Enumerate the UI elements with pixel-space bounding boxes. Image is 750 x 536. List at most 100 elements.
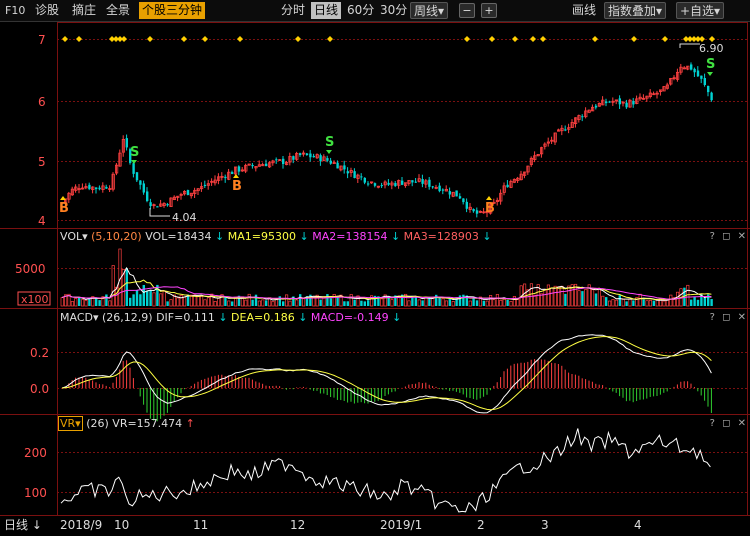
volume-bar <box>577 290 581 307</box>
month-label: 11 <box>193 518 209 532</box>
macd-panel-controls[interactable]: ? ◻ ✕ <box>710 312 748 323</box>
macd-tick-02: 0.2 <box>30 346 49 360</box>
volume-bar <box>326 294 329 306</box>
month-label: 12 <box>290 518 306 532</box>
candle-body <box>292 156 295 160</box>
volume-bar <box>638 293 642 307</box>
candle-body <box>186 190 190 196</box>
volume-bar <box>152 292 156 307</box>
volume-bar <box>360 300 363 306</box>
add-watchlist-dropdown[interactable]: +自选▾ <box>676 2 725 19</box>
signal-diamond <box>76 36 82 42</box>
vr-panel-controls[interactable]: ? ◻ ✕ <box>710 418 748 429</box>
vr-indicator-dropdown[interactable]: VR▾ <box>58 416 83 431</box>
candle-body <box>707 86 710 93</box>
volume-bar <box>111 265 115 307</box>
volume-bar <box>135 290 139 306</box>
volume-bar <box>125 268 128 306</box>
candle-body <box>88 184 91 190</box>
panorama-button[interactable]: 全景 <box>106 2 130 19</box>
price-tick-5: 5 <box>38 155 46 169</box>
candle-body <box>231 172 234 174</box>
tab-intraday[interactable]: 分时 <box>281 2 305 19</box>
candle-body <box>475 210 479 214</box>
candle-body <box>411 180 414 183</box>
volume-bar <box>690 299 693 306</box>
volume-bar <box>363 301 366 306</box>
volume-bar <box>665 299 669 307</box>
volume-bar <box>567 285 571 307</box>
draw-line-button[interactable]: 画线 <box>572 2 596 19</box>
zoom-in-button[interactable]: + <box>481 3 497 18</box>
candle-body <box>693 68 696 73</box>
candle-body <box>336 162 339 169</box>
volume-bar <box>346 301 349 306</box>
volume-bar <box>669 294 673 307</box>
candle-body <box>690 64 693 70</box>
candle-body <box>156 206 159 208</box>
pick-button[interactable]: 摘庄 <box>72 2 96 19</box>
volume-bar <box>499 300 503 307</box>
volume-bar <box>329 298 332 306</box>
volume-bar <box>601 295 605 307</box>
volume-bar <box>546 284 550 307</box>
buy-arrow <box>233 174 239 178</box>
volume-bar <box>581 291 584 306</box>
vr-tick-100: 100 <box>24 486 47 500</box>
sell-arrow <box>326 150 332 154</box>
candle-body <box>343 165 346 170</box>
chart-area[interactable]: B B B S S S 7 6 5 4 5000 x100 0.2 0.0 200 100… <box>0 22 750 536</box>
volume-bar <box>60 297 64 307</box>
volume-bar <box>642 299 645 306</box>
volume-bar <box>162 290 166 307</box>
stock-3min-button[interactable]: 个股三分钟 <box>139 2 206 19</box>
volume-bar <box>257 300 261 307</box>
volume-bar <box>492 299 496 307</box>
volume-bar <box>438 298 441 306</box>
volume-bar <box>502 298 506 307</box>
volume-bar <box>693 296 696 306</box>
volume-bar <box>295 299 299 307</box>
signal-diamond <box>530 36 536 42</box>
tab-30min[interactable]: 30分 <box>380 2 407 19</box>
volume-bar <box>353 299 356 306</box>
candle-body <box>299 153 302 155</box>
candle-body <box>98 187 101 190</box>
volume-bar <box>183 296 187 307</box>
volume-bar <box>485 300 489 307</box>
macd-indicator-dropdown[interactable]: MACD▾ <box>60 311 99 324</box>
candle-body <box>465 201 468 209</box>
volume-bar <box>176 297 180 307</box>
candle-body <box>414 181 417 183</box>
low-price-label: 4.04 <box>172 211 197 224</box>
vol-panel-controls[interactable]: ? ◻ ✕ <box>710 231 748 242</box>
zoom-out-button[interactable]: − <box>459 3 475 18</box>
candle-body <box>373 183 377 186</box>
vol-indicator-dropdown[interactable]: VOL▾ <box>60 230 88 243</box>
volume-bar <box>662 300 666 307</box>
index-overlay-dropdown[interactable]: 指数叠加▾ <box>604 2 667 19</box>
diagnose-button[interactable]: 诊股 <box>35 2 59 19</box>
tab-daily[interactable]: 日线 <box>311 2 342 19</box>
volume-bar <box>462 294 465 306</box>
volume-bar <box>244 299 248 307</box>
period-label[interactable]: 日线 ↓ <box>4 518 42 532</box>
signal-diamond <box>592 36 598 42</box>
candle-body <box>132 163 135 174</box>
volume-bar <box>81 299 85 307</box>
signal-diamond <box>147 36 153 42</box>
period-dropdown[interactable]: 周线▾ <box>410 2 449 19</box>
volume-bar <box>594 293 598 306</box>
volume-bar <box>105 294 108 306</box>
volume-bar <box>231 301 234 306</box>
candle-body <box>360 176 363 178</box>
candle-body <box>237 166 241 172</box>
volume-bar <box>652 300 655 306</box>
f10-button[interactable]: F10 <box>5 2 25 19</box>
volume-bar <box>299 294 302 306</box>
signal-diamond <box>295 36 301 42</box>
signal-diamond <box>489 36 495 42</box>
tab-60min[interactable]: 60分 <box>347 2 374 19</box>
signal-diamond <box>540 36 546 42</box>
volume-bar <box>265 300 268 306</box>
